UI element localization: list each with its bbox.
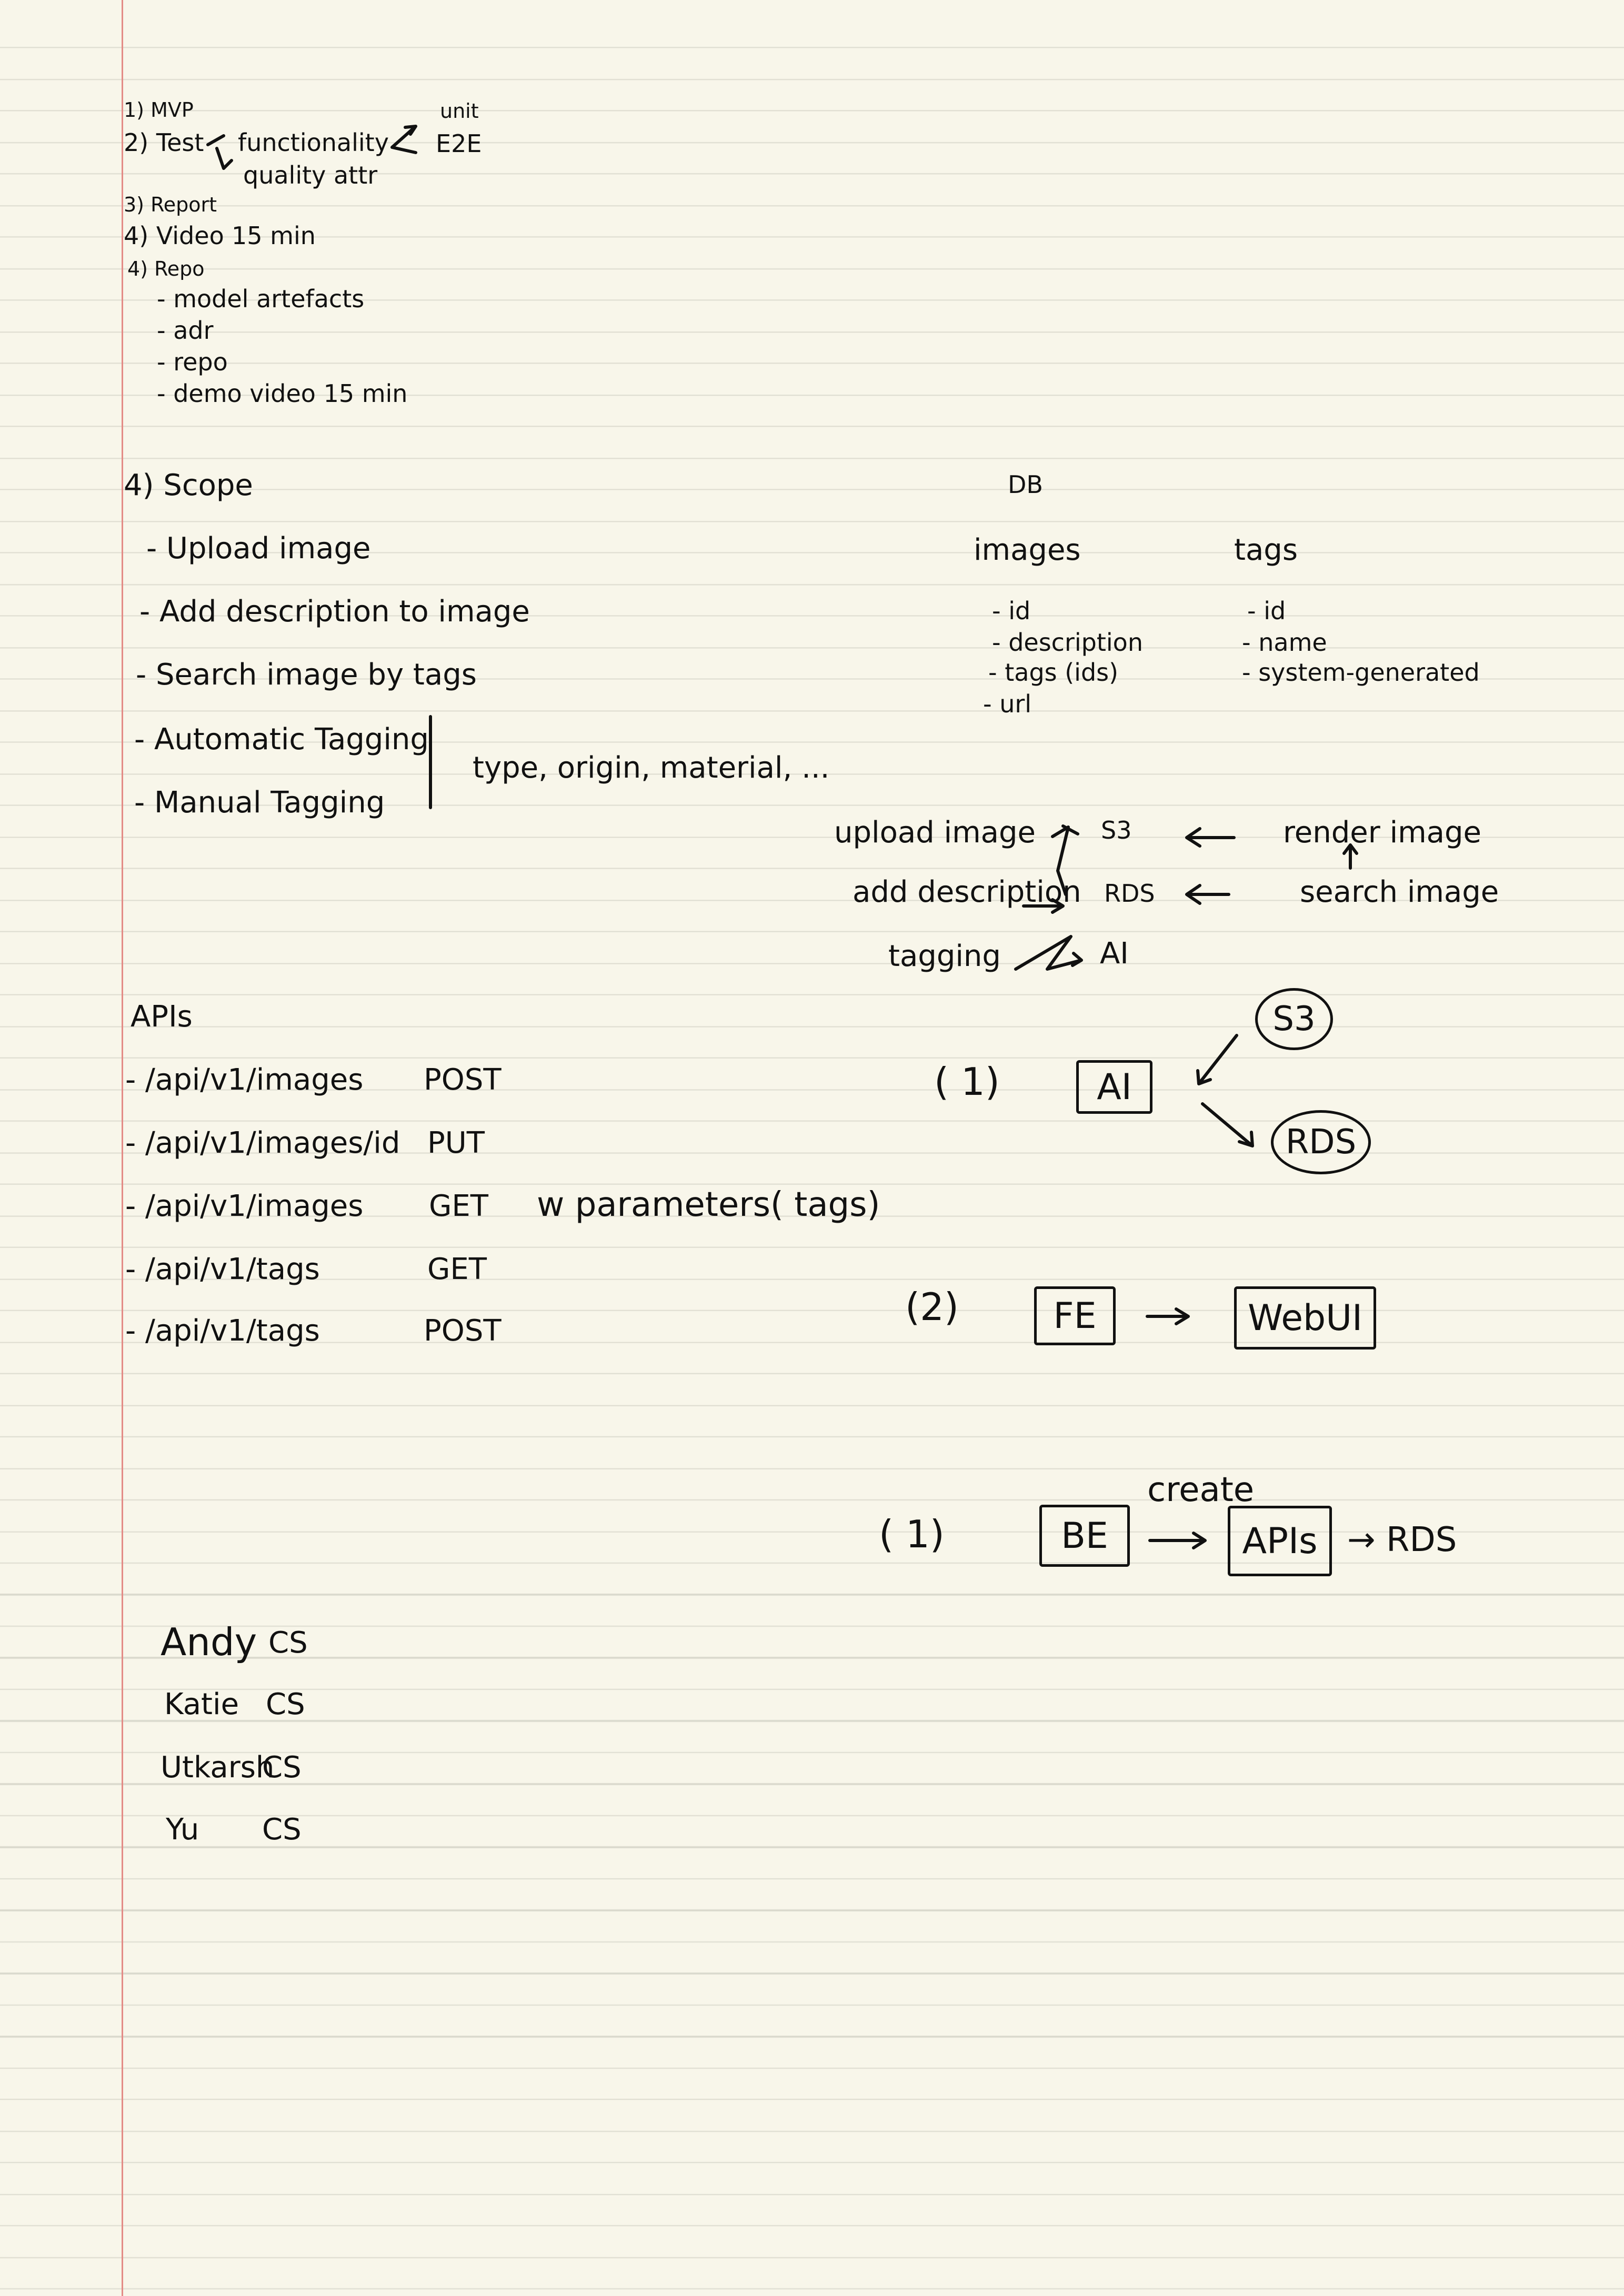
apis-heading: APIs bbox=[131, 1000, 193, 1034]
team-member-name: Utkarsh bbox=[161, 1750, 275, 1785]
tagging-ai-arrow bbox=[1014, 935, 1083, 971]
scope-item: - Automatic Tagging bbox=[134, 722, 429, 757]
team-member-role: CS bbox=[262, 1812, 302, 1847]
arch3-apis-box: APIs bbox=[1228, 1506, 1332, 1576]
db-tags-field: - system-generated bbox=[1242, 658, 1480, 687]
api-method: GET bbox=[429, 1189, 488, 1223]
db-images-field: - id bbox=[992, 597, 1031, 625]
team-member-role: CS bbox=[266, 1687, 305, 1721]
team-member-name: Katie bbox=[164, 1687, 239, 1721]
arch2-label: (2) bbox=[905, 1285, 959, 1329]
arch3-label: ( 1) bbox=[879, 1512, 945, 1556]
api-note: w parameters( tags) bbox=[537, 1185, 880, 1224]
db-tags-field: - name bbox=[1242, 628, 1327, 657]
db-images-field: - url bbox=[983, 690, 1032, 718]
test-unit: unit bbox=[440, 99, 479, 123]
api-path: - /api/v1/images bbox=[125, 1063, 364, 1097]
ai-to-rds-arrow bbox=[1201, 1102, 1254, 1147]
test-quality-attr: quality attr bbox=[243, 161, 378, 189]
deliverable-repo: 4) Repo bbox=[127, 257, 205, 280]
flow-s3: S3 bbox=[1101, 816, 1132, 844]
scope-heading: 4) Scope bbox=[124, 468, 253, 502]
flow-tagging: tagging bbox=[888, 939, 1001, 973]
scope-item: - Manual Tagging bbox=[134, 786, 385, 820]
api-path: - /api/v1/images bbox=[125, 1189, 364, 1223]
deliverable-report: 3) Report bbox=[124, 193, 217, 216]
db-heading: DB bbox=[1008, 470, 1043, 499]
render-to-s3-arrow bbox=[1185, 827, 1236, 848]
api-path: - /api/v1/images/id bbox=[125, 1126, 400, 1160]
arch1-ai-box: AI bbox=[1076, 1060, 1152, 1114]
flow-upload-image: upload image bbox=[834, 815, 1036, 850]
test-functionality: functionality bbox=[238, 128, 389, 157]
arch3-create-label: create bbox=[1147, 1471, 1255, 1509]
db-tags-title: tags bbox=[1234, 533, 1298, 567]
api-path: - /api/v1/tags bbox=[125, 1252, 320, 1286]
db-images-field: - tags (ids) bbox=[988, 658, 1119, 687]
scope-item: - Upload image bbox=[146, 531, 371, 566]
arch3-rds: → RDS bbox=[1347, 1520, 1457, 1559]
repo-item: - adr bbox=[157, 316, 214, 345]
unit-e2e-arrow bbox=[390, 125, 417, 154]
arch3-be-box: BE bbox=[1039, 1505, 1130, 1567]
test-branch-arrow bbox=[206, 134, 233, 170]
deliverable-video: 4) Video bbox=[124, 221, 224, 250]
test-e2e: E2E bbox=[436, 129, 482, 158]
api-path: - /api/v1/tags bbox=[125, 1314, 320, 1348]
team-member-role: CS bbox=[268, 1626, 308, 1660]
db-tags-field: - id bbox=[1247, 597, 1286, 625]
team-member-role: CS bbox=[262, 1750, 302, 1785]
deliverable-test: 2) Test bbox=[124, 128, 204, 157]
repo-item: - repo bbox=[157, 348, 228, 376]
team-member-name: Yu bbox=[166, 1812, 199, 1847]
ai-to-s3-arrow bbox=[1196, 1034, 1238, 1085]
arch1-label: ( 1) bbox=[934, 1060, 1000, 1104]
arch1-s3-node: S3 bbox=[1255, 988, 1333, 1050]
api-method: POST bbox=[424, 1314, 502, 1348]
flow-add-description: add description bbox=[853, 875, 1081, 909]
video-duration: 15 min bbox=[232, 221, 316, 250]
search-to-rds-arrow bbox=[1185, 884, 1230, 905]
be-to-apis-arrow bbox=[1148, 1532, 1207, 1549]
db-images-field: - description bbox=[992, 628, 1143, 657]
api-method: GET bbox=[427, 1252, 487, 1286]
flow-ai: AI bbox=[1100, 936, 1129, 971]
flow-rds: RDS bbox=[1104, 879, 1155, 908]
arch2-fe-box: FE bbox=[1034, 1286, 1116, 1345]
api-method: POST bbox=[424, 1063, 502, 1097]
arch1-rds-node: RDS bbox=[1271, 1110, 1371, 1174]
flow-render-image: render image bbox=[1283, 815, 1481, 850]
db-images-title: images bbox=[974, 533, 1081, 567]
deliverable-mvp: 1) MVP bbox=[124, 98, 194, 122]
repo-item: - model artefacts bbox=[157, 285, 365, 313]
api-method: PUT bbox=[427, 1126, 485, 1160]
flow-search-image: search image bbox=[1300, 875, 1499, 909]
repo-item: - demo video 15 min bbox=[157, 379, 408, 408]
scope-item: - Add description to image bbox=[139, 595, 530, 629]
team-member-name: Andy bbox=[161, 1620, 257, 1664]
tag-types: type, origin, material, ... bbox=[473, 751, 830, 785]
scope-item: - Search image by tags bbox=[136, 658, 477, 692]
fe-to-webui-arrow bbox=[1146, 1307, 1190, 1325]
arch2-webui-box: WebUI bbox=[1234, 1286, 1376, 1350]
